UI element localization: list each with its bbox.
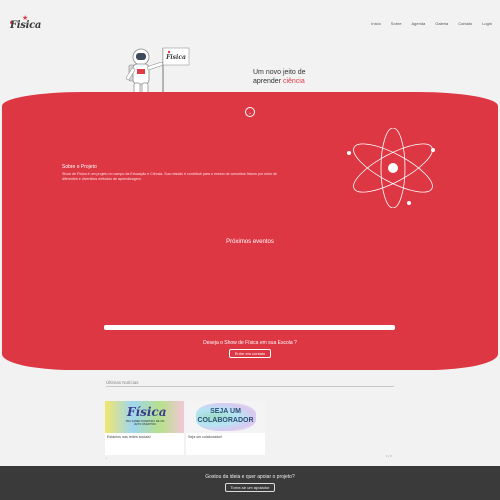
- news-pager-dot[interactable]: •: [106, 456, 107, 460]
- nav-item-contato[interactable]: Contato: [458, 21, 472, 26]
- news-card-social[interactable]: Física PRA SABER DIVERTIDO DE UM JEITO D…: [105, 401, 184, 455]
- supporter-button[interactable]: Torne-se um apoiador: [225, 483, 275, 492]
- tagline-line2: aprender ciência: [253, 77, 306, 86]
- suit-panel: [137, 69, 145, 74]
- thumb-title: Física: [127, 405, 167, 419]
- flag-dot: [167, 50, 171, 54]
- news-thumbnail: SEJA UM COLABORADOR: [186, 401, 265, 433]
- tagline-line1: Um novo jeito de: [253, 69, 306, 76]
- tagline-plain: aprender: [253, 78, 283, 85]
- news-caption[interactable]: Seja um colaborador!: [186, 433, 265, 441]
- thumb-line1: SEJA UM: [210, 408, 241, 415]
- about-title: Sobre o Projeto: [62, 164, 97, 170]
- atom-icon: [347, 128, 435, 208]
- footer-question: Gostou da ideia e quer apoiar o projeto?: [205, 474, 295, 480]
- news-caption[interactable]: Estamos nas redes sociais!: [105, 433, 184, 441]
- nav-item-inicio[interactable]: Início: [371, 21, 381, 26]
- nav-item-agenda[interactable]: Agenda: [411, 21, 425, 26]
- thumb-subtitle: PRA SABER DIVERTIDO DE UM JEITO DIVERTID…: [125, 420, 165, 426]
- flag-text: Fisica: [165, 54, 186, 61]
- hero-tagline: Um novo jeito de aprender ciência: [253, 68, 306, 86]
- logo-text: Fisica: [10, 20, 42, 31]
- thumb-line2: COLABORADOR: [197, 417, 254, 424]
- events-progress-fill: [104, 325, 395, 330]
- events-progress-track: [104, 325, 395, 330]
- news-divider: [106, 386, 394, 387]
- main-nav: Início Sobre Agenda Galeria Contato Logi…: [371, 21, 492, 26]
- nav-item-login[interactable]: Login: [482, 21, 492, 26]
- news-card-collaborator[interactable]: SEJA UM COLABORADOR Seja um colaborador!: [186, 401, 265, 455]
- about-text: Show de Física é um projeto no campo da …: [62, 172, 277, 181]
- scroll-down-button[interactable]: ⌄: [245, 107, 255, 117]
- site-header: ★ Fisica Início Sobre Agenda Galeria Con…: [0, 0, 500, 44]
- events-title: Próximos eventos: [226, 239, 274, 245]
- cta-question: Deseja o Show de Física em sua Escola ?: [203, 340, 297, 346]
- news-thumbnail: Física PRA SABER DIVERTIDO DE UM JEITO D…: [105, 401, 184, 433]
- visor: [136, 53, 146, 60]
- tagline-accent: ciência: [282, 78, 305, 85]
- news-pager-count: 1 / 2: [386, 454, 392, 458]
- nav-item-sobre[interactable]: Sobre: [391, 21, 402, 26]
- news-section-title: Últimas Notícias: [106, 380, 139, 385]
- contact-button[interactable]: Entre em contato: [229, 349, 271, 358]
- site-logo[interactable]: ★ Fisica: [10, 14, 42, 32]
- nav-item-galeria[interactable]: Galeria: [435, 21, 448, 26]
- chevron-down-icon: ⌄: [248, 109, 252, 115]
